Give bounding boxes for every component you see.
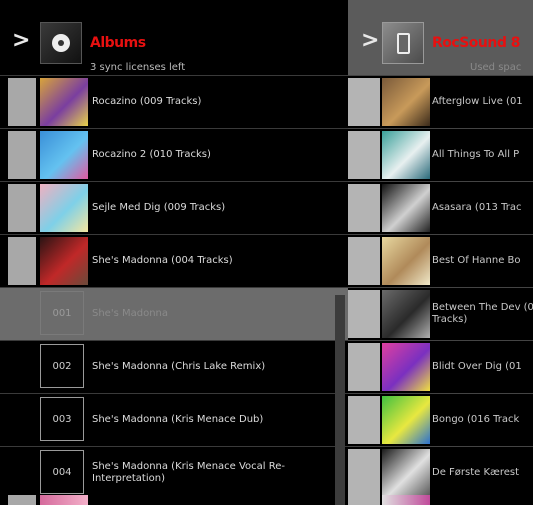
album-art: [382, 131, 430, 179]
row-select-handle[interactable]: [348, 184, 380, 232]
album-label: Best Of Hanne Bo: [432, 255, 521, 266]
album-art: [382, 78, 430, 126]
device-title: RocSound 8: [432, 35, 520, 51]
album-label: Rocazino 2 (010 Tracks): [92, 149, 211, 160]
album-label: Rocazino (009 Tracks): [92, 96, 202, 107]
album-art: [382, 184, 430, 232]
album-art: [40, 78, 88, 126]
album-art-partial: [40, 495, 88, 505]
row-select-handle[interactable]: [348, 131, 380, 179]
expand-chevron-icon[interactable]: >: [361, 30, 379, 52]
device-pane: > RocSound 8 Used spac Afterglow Live (0…: [348, 0, 533, 505]
row-select-handle[interactable]: [348, 237, 380, 285]
device-icon: [382, 22, 424, 64]
track-row[interactable]: 004 She's Madonna (Kris Menace Vocal Re-…: [0, 446, 348, 499]
album-row[interactable]: Between The Dev (012 Tracks): [348, 287, 533, 340]
track-label: She's Madonna (Chris Lake Remix): [92, 361, 266, 372]
album-label: She's Madonna (004 Tracks): [92, 255, 233, 266]
album-row[interactable]: Afterglow Live (01: [348, 75, 533, 128]
album-row[interactable]: De Første Kærest: [348, 446, 533, 499]
album-row[interactable]: Rocazino 2 (010 Tracks): [0, 128, 348, 181]
track-label: She's Madonna: [92, 308, 169, 319]
library-scrollbar[interactable]: [335, 295, 345, 505]
expand-chevron-icon[interactable]: >: [12, 30, 30, 52]
library-list: Rocazino (009 Tracks) Rocazino 2 (010 Tr…: [0, 75, 348, 499]
track-row-selected[interactable]: 001 She's Madonna: [0, 287, 348, 340]
album-label: Bongo (016 Track: [432, 414, 520, 425]
track-number: 001: [40, 291, 84, 335]
album-row[interactable]: Asasara (013 Trac: [348, 181, 533, 234]
album-label: Sejle Med Dig (009 Tracks): [92, 202, 226, 213]
track-number: 004: [40, 450, 84, 494]
album-art: [40, 184, 88, 232]
row-select-handle[interactable]: [348, 396, 380, 444]
row-select-handle[interactable]: [8, 495, 36, 505]
track-row[interactable]: 003 She's Madonna (Kris Menace Dub): [0, 393, 348, 446]
album-art: [382, 237, 430, 285]
row-select-handle[interactable]: [348, 290, 380, 338]
row-select-handle[interactable]: [348, 343, 380, 391]
album-row[interactable]: Best Of Hanne Bo: [348, 234, 533, 287]
album-art: [382, 343, 430, 391]
album-label: Afterglow Live (01: [432, 96, 523, 107]
device-header: > RocSound 8 Used spac: [348, 0, 533, 75]
row-select-handle[interactable]: [348, 449, 380, 497]
row-select-handle[interactable]: [8, 237, 36, 285]
track-row[interactable]: 002 She's Madonna (Chris Lake Remix): [0, 340, 348, 393]
album-art: [382, 449, 430, 497]
row-select-handle[interactable]: [8, 184, 36, 232]
album-row[interactable]: She's Madonna (004 Tracks): [0, 234, 348, 287]
album-art: [40, 237, 88, 285]
library-pane: > Albums 3 sync licenses left Rocazino (…: [0, 0, 348, 505]
row-select-handle[interactable]: [8, 131, 36, 179]
track-number: 003: [40, 397, 84, 441]
disc-icon: [40, 22, 82, 64]
track-label: She's Madonna (Kris Menace Dub): [92, 414, 264, 425]
used-space-text: Used spac: [470, 62, 522, 73]
album-label: Blidt Over Dig (01: [432, 361, 522, 372]
row-select-handle[interactable]: [8, 78, 36, 126]
album-row[interactable]: All Things To All P: [348, 128, 533, 181]
album-art: [382, 290, 430, 338]
album-label: All Things To All P: [432, 149, 520, 160]
row-select-handle[interactable]: [348, 78, 380, 126]
sync-window: > Albums 3 sync licenses left Rocazino (…: [0, 0, 533, 505]
album-row[interactable]: Rocazino (009 Tracks): [0, 75, 348, 128]
album-art: [40, 131, 88, 179]
album-label: Between The Dev (012 Tracks): [432, 302, 533, 325]
album-row[interactable]: Blidt Over Dig (01: [348, 340, 533, 393]
row-select-handle[interactable]: [348, 495, 380, 505]
album-label: Asasara (013 Trac: [432, 202, 522, 213]
library-title: Albums: [90, 35, 146, 51]
album-row[interactable]: Bongo (016 Track: [348, 393, 533, 446]
sync-licenses-text: 3 sync licenses left: [90, 62, 186, 73]
album-art-partial: [382, 495, 430, 505]
library-header: > Albums 3 sync licenses left: [0, 0, 348, 75]
album-row[interactable]: Sejle Med Dig (009 Tracks): [0, 181, 348, 234]
album-art: [382, 396, 430, 444]
album-label: De Første Kærest: [432, 467, 520, 478]
track-number: 002: [40, 344, 84, 388]
track-label: She's Madonna (Kris Menace Vocal Re-Inte…: [92, 461, 286, 484]
device-list: Afterglow Live (01 All Things To All P A…: [348, 75, 533, 499]
